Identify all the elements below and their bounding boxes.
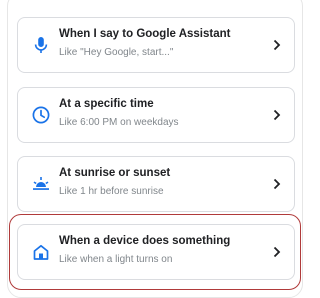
starter-title: When a device does something [59, 235, 231, 247]
microphone-icon [31, 35, 51, 55]
starter-subtitle: Like 6:00 PM on weekdays [59, 117, 179, 128]
starter-title: At sunrise or sunset [59, 167, 171, 179]
home-icon [31, 242, 51, 262]
starter-card-time[interactable]: At a specific time Like 6:00 PM on weekd… [17, 87, 295, 143]
starter-card-device[interactable]: When a device does something Like when a… [17, 224, 295, 280]
clock-icon [31, 105, 51, 125]
sunrise-icon [31, 174, 51, 194]
chevron-right-icon [272, 178, 282, 190]
starter-subtitle: Like "Hey Google, start..." [59, 47, 174, 58]
chevron-right-icon [272, 109, 282, 121]
starter-subtitle: Like 1 hr before sunrise [59, 186, 164, 197]
starter-title: At a specific time [59, 98, 154, 110]
starter-card-sunrise[interactable]: At sunrise or sunset Like 1 hr before su… [17, 156, 295, 212]
starter-title: When I say to Google Assistant [59, 28, 231, 40]
chevron-right-icon [272, 246, 282, 258]
starter-card-assistant[interactable]: When I say to Google Assistant Like "Hey… [17, 17, 295, 73]
chevron-right-icon [272, 39, 282, 51]
starter-subtitle: Like when a light turns on [59, 254, 173, 265]
